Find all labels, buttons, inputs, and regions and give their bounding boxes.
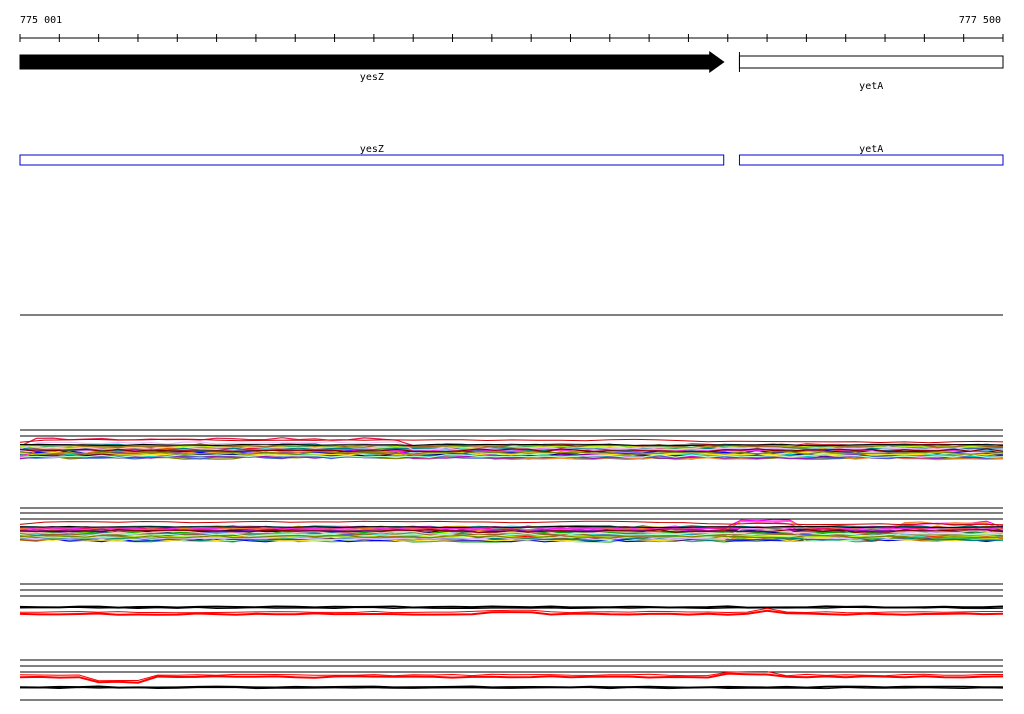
annotation-box-yesZ xyxy=(19,154,725,166)
ruler-start-label: 775 001 xyxy=(20,15,62,26)
genome-browser-view: 775 001 777 500 yesZ yetA yesZ yetA xyxy=(19,15,1004,701)
profile-line-outlier xyxy=(19,520,1004,526)
profile-panel-pair-2 xyxy=(19,665,1004,701)
gene-label: yesZ xyxy=(360,72,384,83)
profile-panel-multi-1 xyxy=(19,429,1004,509)
ruler-end-label: 777 500 xyxy=(959,15,1001,26)
coordinate-ruler: 775 001 777 500 xyxy=(19,15,1004,42)
gene-track: yesZ yetA xyxy=(19,51,1004,92)
profile-panel-pair-1 xyxy=(19,589,1004,661)
gene-arrow-yesZ xyxy=(19,51,725,73)
annotation-label: yesZ xyxy=(360,144,384,155)
gene-label: yetA xyxy=(859,81,883,92)
profile-panel-multi-2 xyxy=(19,512,1004,585)
annotation-label: yetA xyxy=(859,144,883,155)
gene-box-yetA xyxy=(738,55,1004,69)
annotation-track: yesZ yetA xyxy=(19,144,1004,166)
annotation-box-yetA xyxy=(738,154,1004,166)
